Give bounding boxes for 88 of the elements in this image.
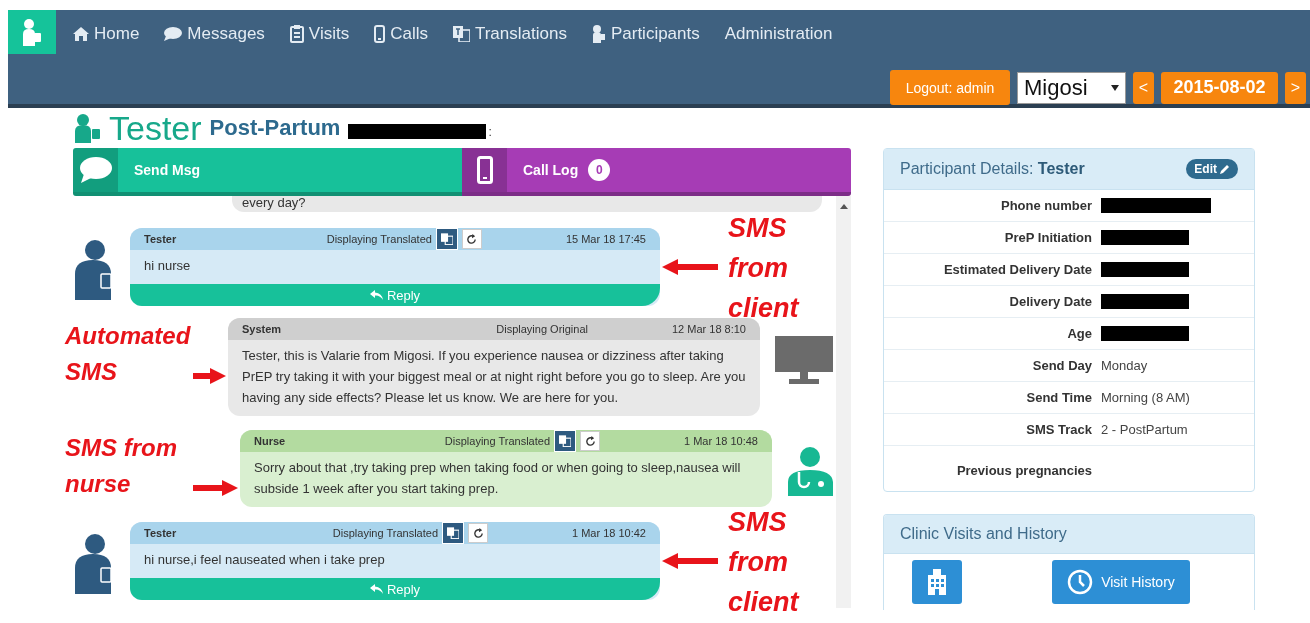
detail-label: SMS Track [1025, 422, 1093, 437]
card-title: Participant Details: Tester [900, 160, 1086, 178]
display-status: Displaying Translated [331, 527, 438, 539]
participant-track: Post-Partum [209, 115, 341, 141]
refresh-button[interactable] [580, 431, 600, 451]
pencil-icon [1220, 164, 1230, 174]
annotation-label: Automated SMS [65, 321, 191, 387]
display-status: Displaying Original [495, 323, 588, 335]
hospital-icon [927, 569, 947, 595]
message-time: 15 Mar 18 17:45 [564, 233, 646, 245]
card-title: Clinic Visits and History [884, 515, 1254, 554]
sender-name: Tester [144, 527, 178, 539]
clipboard-icon [289, 25, 304, 43]
nav-link[interactable]: Messages [164, 24, 265, 44]
chat-bubble-icon [164, 27, 183, 41]
display-status: Displaying Translated [325, 233, 432, 245]
person-icon [591, 25, 606, 43]
annotation-label: SMS from client [728, 212, 801, 325]
edit-button[interactable]: Edit [1186, 159, 1238, 179]
tab-label: Send Msg [134, 162, 201, 178]
detail-value: Monday [1101, 358, 1148, 373]
detail-label: Phone number [1000, 198, 1093, 213]
reply-icon [369, 584, 383, 594]
phone-icon [462, 148, 507, 192]
tab-label: Call Log [523, 162, 579, 178]
detail-value: Morning (8 AM) [1101, 390, 1190, 405]
message-text: Sorry about that ,try taking prep when taking food or when going to sleep,nausea will subside 1 week after you start taking prep. [253, 459, 742, 498]
message-text: hi nurse,i feel nauseated when i take prep [143, 551, 386, 569]
monitor-icon [775, 336, 833, 384]
refresh-icon [466, 233, 478, 245]
reply-icon [369, 290, 383, 300]
title-colon: : [488, 125, 492, 139]
translate-button[interactable] [554, 430, 576, 452]
nav-link[interactable]: Participants [591, 24, 700, 44]
detail-label: Delivery Date [1008, 294, 1093, 309]
tab[interactable]: Call Log 0 [462, 148, 851, 196]
chat-bubble-icon [73, 148, 118, 192]
detail-label: Age [1066, 326, 1093, 341]
message-time: 1 Mar 18 10:48 [683, 435, 758, 447]
nav-link[interactable]: Translations [452, 24, 567, 44]
home-icon [73, 27, 89, 41]
doctor-icon [788, 446, 833, 496]
refresh-button[interactable] [468, 523, 488, 543]
annotation-arrow [662, 259, 718, 275]
message-time: 12 Mar 18 8:10 [671, 323, 746, 335]
clock-icon [1067, 569, 1094, 595]
message-text: every day? [232, 196, 822, 212]
message-text: hi nurse [143, 257, 192, 275]
detail-value: 2 - PostPartum [1101, 422, 1188, 437]
annotation-label: SMS from nurse [65, 433, 178, 499]
detail-label: PreP Initiation [1003, 230, 1093, 245]
annotation-arrow [193, 480, 238, 496]
nav-link[interactable]: Home [73, 24, 140, 44]
translate-icon [559, 435, 571, 447]
nav-link[interactable]: Visits [289, 24, 350, 44]
refresh-button[interactable] [461, 229, 482, 249]
scroll-up-icon [839, 204, 848, 209]
sender-name: Tester [144, 233, 178, 245]
refresh-icon [472, 527, 484, 539]
translate-icon [440, 233, 453, 245]
detail-label: Send Day [1031, 358, 1093, 373]
scrollbar[interactable] [836, 196, 851, 608]
message-time: 1 Mar 18 10:42 [571, 527, 646, 539]
visit-history-button[interactable]: Visit History [1052, 560, 1190, 604]
display-status: Displaying Translated [443, 435, 550, 447]
translate-button[interactable] [435, 228, 458, 250]
annotation-arrow [662, 553, 718, 569]
sender-name: Nurse [254, 435, 287, 447]
detail-label: Estimated Delivery Date [942, 262, 1093, 277]
refresh-icon [584, 435, 596, 447]
translate-icon [447, 527, 459, 539]
nav-link[interactable]: Administration [724, 24, 833, 44]
translate-button[interactable] [442, 522, 464, 544]
annotation-label: SMS from client [728, 506, 801, 619]
hospital-button[interactable] [912, 560, 962, 604]
person-icon [73, 113, 101, 143]
message-text: Tester, this is Valarie from Migosi. If you experience nausea or dizziness after taking PrEP try taking it with your biggest meal or at night right before you go to sleep. Are you having any side effects? Please let us know. We are here for you. [241, 347, 747, 407]
participant-name: Tester [109, 108, 202, 148]
detail-label: Send Time [1025, 390, 1093, 405]
caret-icon [1111, 85, 1119, 91]
nav-link[interactable]: Calls [374, 24, 428, 44]
detail-label: Previous pregnancies [955, 462, 1093, 478]
annotation-arrow [193, 368, 226, 384]
count-badge: 0 [588, 159, 611, 181]
sender-name: System [242, 323, 283, 335]
site-dropdown[interactable]: Migosi [1017, 71, 1126, 104]
phone-icon [374, 25, 386, 43]
translate-icon [452, 26, 470, 42]
